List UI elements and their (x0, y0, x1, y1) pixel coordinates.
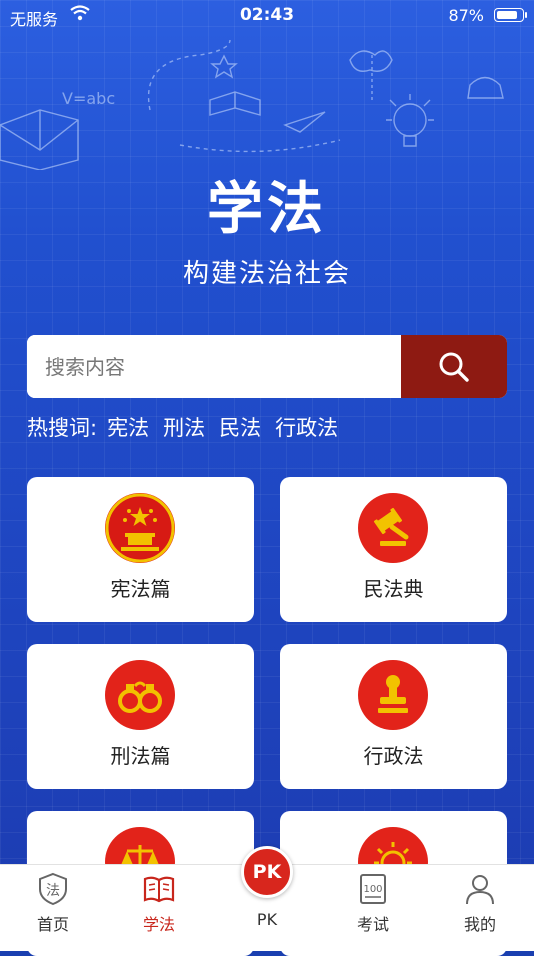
battery-level-fill (497, 11, 517, 19)
category-card-civil-code[interactable]: 民法典 (280, 477, 507, 622)
search-icon (439, 352, 469, 382)
category-label: 宪法篇 (110, 577, 171, 601)
search-bar (27, 335, 507, 398)
battery-icon (494, 8, 527, 22)
gavel-icon (358, 493, 428, 563)
tab-label: 首页 (36, 915, 69, 934)
hot-search-term[interactable]: 行政法 (275, 412, 338, 442)
category-label: 民法典 (363, 577, 424, 601)
battery-percentage: 87% (448, 6, 484, 25)
stamp-icon (358, 660, 428, 730)
tab-profile[interactable]: 我的 (427, 865, 533, 951)
formula-doodle: V=abc (62, 89, 115, 108)
search-input[interactable] (27, 335, 401, 398)
category-card-constitution[interactable]: 宪法篇 (27, 477, 254, 622)
tab-pk-label[interactable]: PK (241, 910, 293, 929)
category-card-criminal-law[interactable]: 刑法篇 (27, 644, 254, 789)
status-bar: 无服务 02:43 87% (0, 0, 534, 32)
shield-glyph: 法 (46, 883, 60, 899)
user-icon (466, 875, 494, 905)
page-title: 学法 (207, 177, 327, 242)
hot-search-label: 热搜词: (27, 416, 98, 440)
tab-label: 学法 (142, 915, 175, 934)
search-button[interactable] (401, 335, 507, 398)
hot-search-term[interactable]: 刑法 (163, 412, 205, 442)
tab-label: 考试 (356, 915, 389, 934)
shield-law-icon: 法 (39, 872, 67, 906)
category-label: 行政法 (363, 744, 424, 768)
handcuffs-icon (105, 660, 175, 730)
pk-badge-icon[interactable]: PK (241, 846, 293, 898)
hot-search-term[interactable]: 宪法 (107, 412, 149, 442)
hot-search-term[interactable]: 民法 (219, 412, 261, 442)
exam-score-icon: 100 (360, 874, 386, 904)
tab-learn-law[interactable]: 学法 (106, 865, 212, 951)
category-label: 刑法篇 (110, 744, 171, 768)
page-subtitle: 构建法治社会 (182, 259, 351, 289)
book-icon (143, 876, 175, 903)
hot-search: 热搜词: 宪法 刑法 民法 行政法 (27, 412, 338, 442)
tab-exam[interactable]: 100 考试 (320, 865, 426, 951)
category-card-administrative-law[interactable]: 行政法 (280, 644, 507, 789)
tab-label: 我的 (463, 915, 496, 934)
tab-home[interactable]: 法 首页 (0, 865, 106, 951)
score-glyph: 100 (363, 884, 382, 895)
national-emblem-icon (105, 493, 175, 563)
